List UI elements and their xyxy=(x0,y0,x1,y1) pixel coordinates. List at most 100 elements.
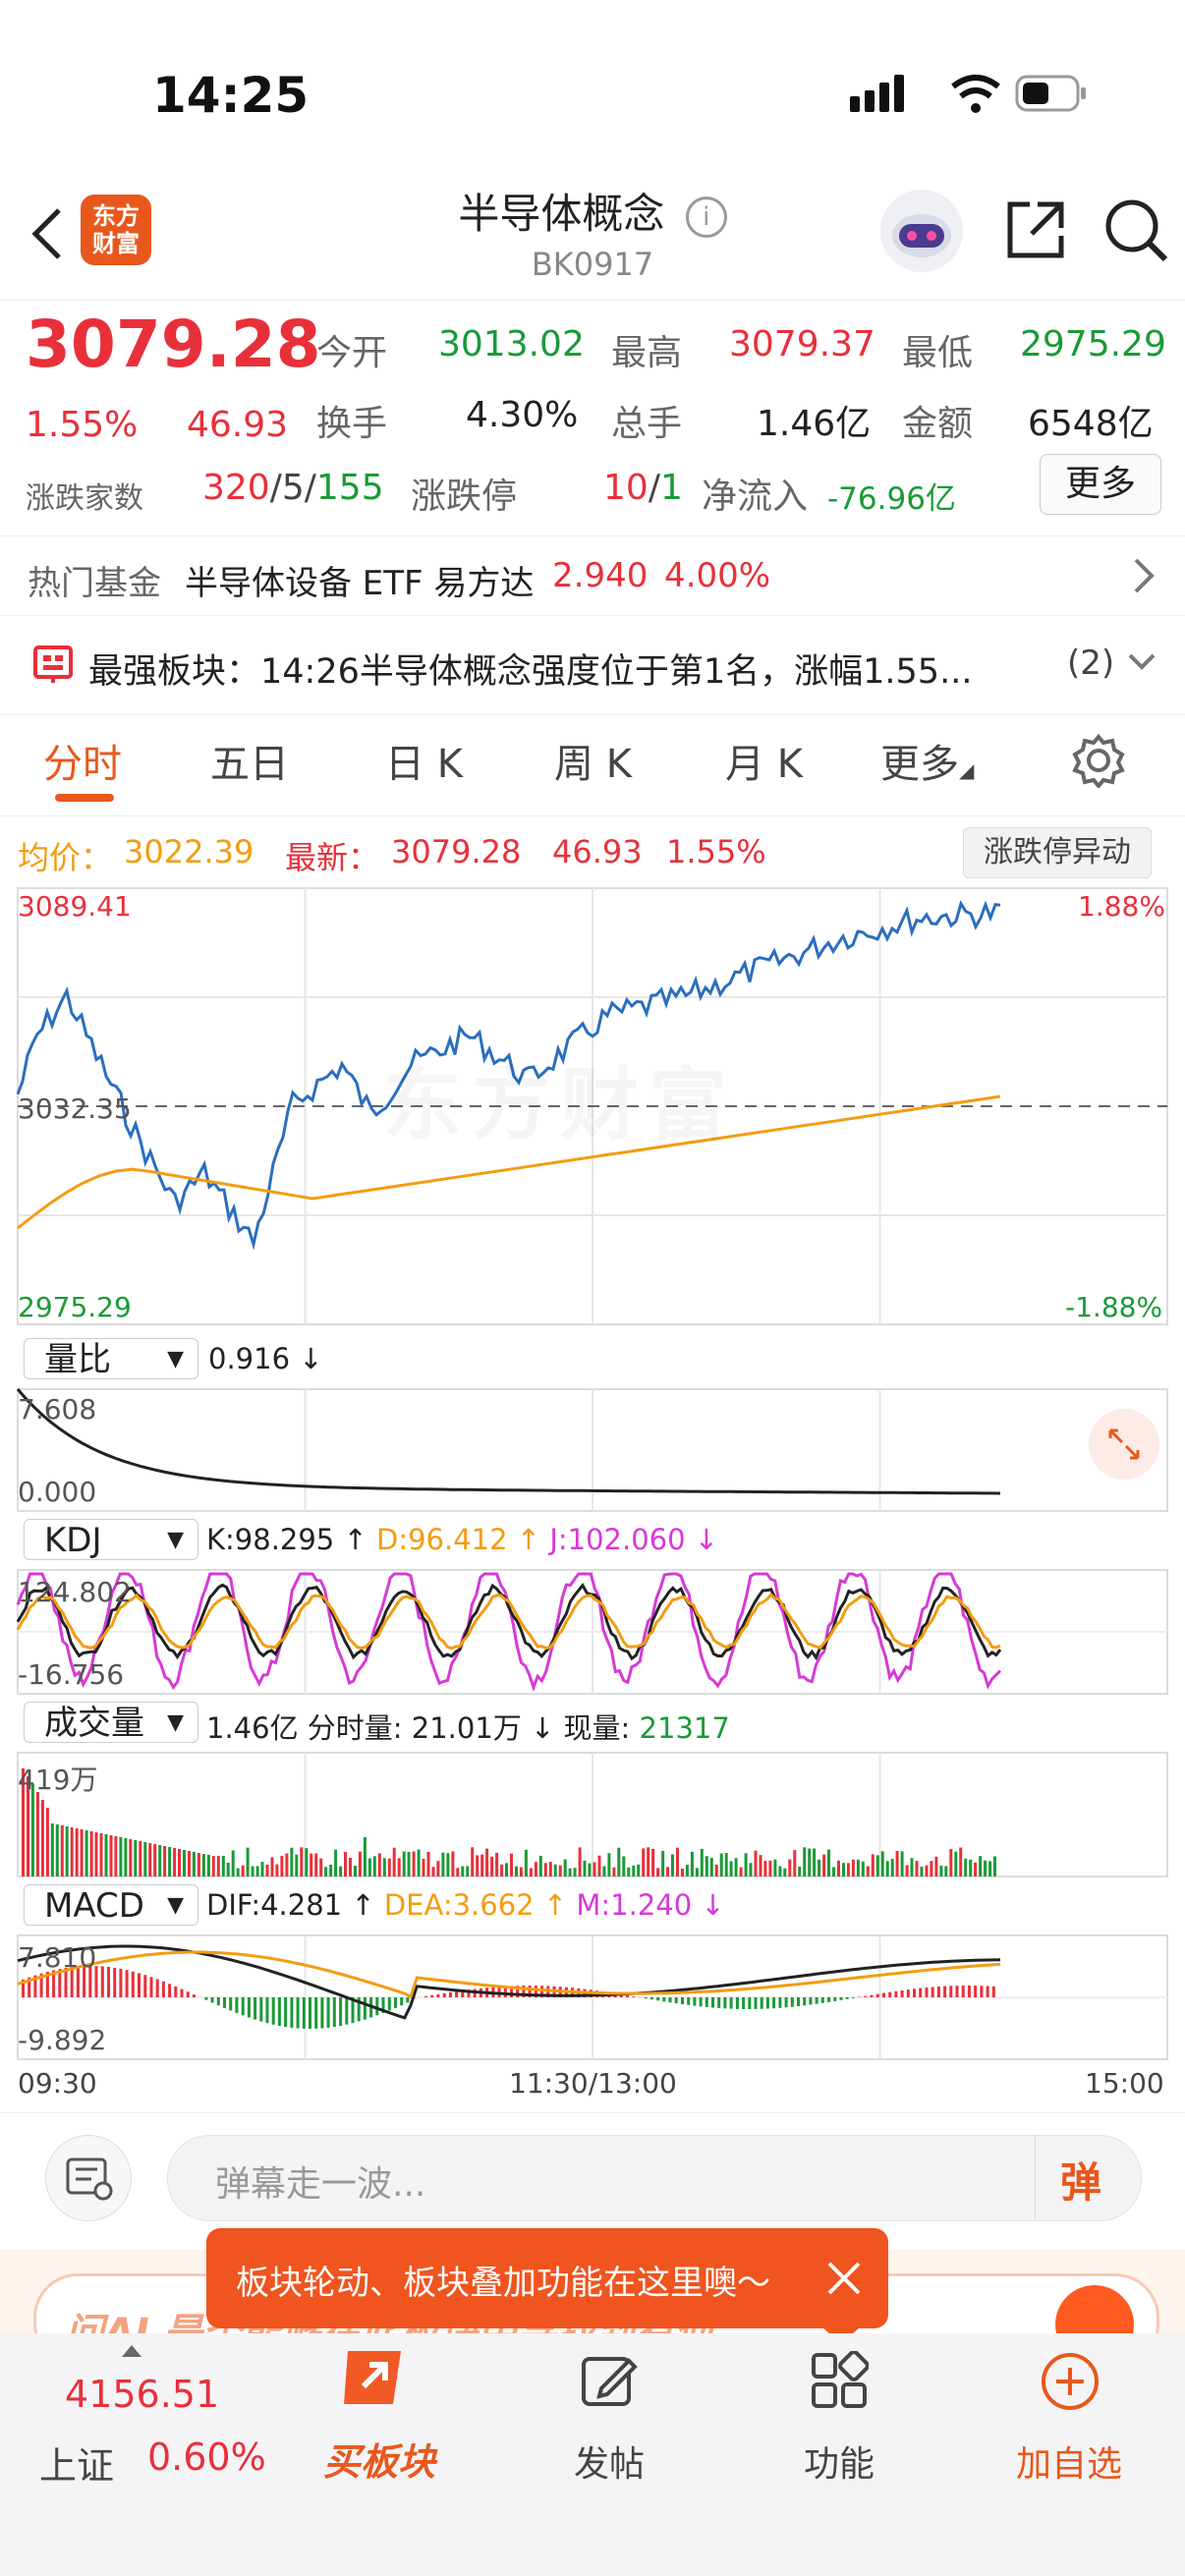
volume-bar xyxy=(861,1861,865,1876)
macd-bar xyxy=(168,1984,172,1997)
volume-bar xyxy=(719,1853,723,1876)
tab-intraday[interactable]: 分时 xyxy=(43,732,122,789)
tab-day-k[interactable]: 日 K xyxy=(385,732,463,789)
macd-bar xyxy=(296,1997,300,2029)
macd-bar xyxy=(125,1970,129,1997)
volume-bar xyxy=(778,1866,782,1876)
macd-bar xyxy=(314,1997,318,2029)
time-axis-end: 15:00 xyxy=(1085,2067,1164,2100)
indicator-select-volume[interactable]: 成交量 ▼ xyxy=(24,1702,198,1743)
macd-bar xyxy=(309,1997,311,2029)
volume-bar xyxy=(505,1863,508,1876)
danmu-settings-button[interactable] xyxy=(45,2135,132,2221)
tab-five-day[interactable]: 五日 xyxy=(210,732,289,789)
share-icon[interactable] xyxy=(1004,198,1067,261)
volume-bar xyxy=(324,1867,328,1876)
volume-bar xyxy=(490,1856,494,1876)
volume-bar xyxy=(158,1845,162,1876)
macd-bar xyxy=(204,1997,208,2000)
volume-bar xyxy=(422,1859,425,1876)
nav-post[interactable]: 发帖 xyxy=(540,2436,678,2487)
ai-robot-icon[interactable] xyxy=(877,187,966,275)
macd-bar xyxy=(302,1997,306,2029)
latest-change: 46.93 xyxy=(552,833,643,870)
macd-bar xyxy=(400,1997,404,2006)
macd-bar xyxy=(229,1997,233,2011)
edit-post-icon[interactable] xyxy=(580,2351,639,2410)
kdj-axis-top: 124.802 xyxy=(18,1576,132,1608)
macd-bar xyxy=(991,1986,995,1997)
macd-bar xyxy=(955,1986,959,1997)
sh-index-name[interactable]: 上证 xyxy=(39,2436,114,2490)
tab-more[interactable]: 更多◢ xyxy=(880,732,974,789)
divider xyxy=(0,815,1185,816)
volume-bar xyxy=(143,1842,147,1876)
danmu-input-box[interactable]: 弹幕走一波... 弹 xyxy=(167,2135,1142,2221)
macd-bar xyxy=(131,1971,135,1997)
indicator-select-macd[interactable]: MACD ▼ xyxy=(24,1884,198,1926)
volume-bar xyxy=(89,1831,93,1876)
volume-bar xyxy=(749,1863,753,1876)
latest-value: 3079.28 xyxy=(391,833,522,870)
volume-bar xyxy=(563,1859,567,1876)
volume-bar xyxy=(55,1824,59,1876)
tab-month-k[interactable]: 月 K xyxy=(725,732,803,789)
indicator-select-kdj[interactable]: KDJ ▼ xyxy=(24,1519,198,1560)
volume-bar xyxy=(647,1847,650,1876)
volume-bar xyxy=(241,1865,245,1876)
expand-button[interactable] xyxy=(1089,1409,1159,1480)
macd-bar xyxy=(687,1997,691,2005)
settings-gear-icon[interactable] xyxy=(1071,733,1126,788)
signal-icon xyxy=(850,75,904,112)
volume-bar xyxy=(363,1837,367,1876)
close-icon[interactable] xyxy=(823,2258,865,2299)
add-watchlist-icon[interactable] xyxy=(1040,2351,1100,2412)
nav-add-watchlist[interactable]: 加自选 xyxy=(1000,2436,1138,2487)
macd-bar xyxy=(662,1997,666,2002)
latest-label: 最新： xyxy=(285,839,380,876)
indicator-select-lb[interactable]: 量比 ▼ xyxy=(24,1338,198,1379)
macd-bar xyxy=(888,1991,892,1997)
macd-bar xyxy=(497,1987,501,1997)
macd-values: DIF:4.281 ↑ DEA:3.662 ↑ M:1.240 ↓ xyxy=(206,1888,725,1922)
volume-bar xyxy=(524,1849,528,1876)
volume-bar xyxy=(129,1839,133,1876)
info-icon[interactable]: i xyxy=(685,196,727,238)
function-grid-icon[interactable] xyxy=(810,2351,869,2410)
volume-bar xyxy=(759,1855,762,1876)
sh-index-value[interactable]: 4156.51 xyxy=(65,2373,219,2416)
tab-week-k[interactable]: 周 K xyxy=(554,732,632,789)
buy-sector-icon[interactable] xyxy=(340,2343,419,2412)
volume-bar xyxy=(201,1854,205,1876)
chevron-right-icon xyxy=(1134,558,1155,593)
volume-bar xyxy=(109,1835,113,1876)
volume-bar xyxy=(397,1858,401,1876)
nav-buy-sector[interactable]: 买板块 xyxy=(310,2432,448,2486)
volume-bar xyxy=(178,1849,181,1876)
volume-bar xyxy=(510,1853,513,1876)
notice-row[interactable]: 最强板块：14:26半导体概念强度位于第1名，涨幅1.55... (2) xyxy=(0,616,1185,714)
volume-bar xyxy=(407,1852,411,1876)
limit-move-button[interactable]: 涨跌停异动 xyxy=(963,827,1152,878)
danmu-input[interactable]: 弹幕走一波... xyxy=(215,2156,425,2207)
volume-bar xyxy=(813,1848,817,1876)
hot-fund-row[interactable]: 热门基金 半导体设备 ETF 易方达 2.940 4.00% xyxy=(0,536,1185,615)
macd-bar xyxy=(210,1997,214,2003)
macd-bar xyxy=(913,1988,916,1997)
danmu-toggle-icon[interactable]: 弹 xyxy=(1060,2150,1101,2210)
search-icon[interactable] xyxy=(1102,196,1171,265)
more-button[interactable]: 更多 xyxy=(1040,454,1161,515)
volume-bar xyxy=(548,1862,552,1876)
volume-bar xyxy=(666,1867,669,1876)
sh-index-pct[interactable]: 0.60% xyxy=(147,2436,266,2479)
macd-bar xyxy=(693,1997,697,2006)
volume-bar xyxy=(754,1850,758,1876)
nav-function[interactable]: 功能 xyxy=(770,2436,908,2487)
macd-bar xyxy=(119,1968,123,1997)
volume-bar xyxy=(793,1850,797,1876)
volume-bar xyxy=(412,1851,416,1876)
macd-bar xyxy=(259,1997,263,2022)
volume-bar xyxy=(104,1834,108,1876)
volume-bar xyxy=(402,1851,406,1876)
status-bar: 14:25 xyxy=(0,0,1185,167)
